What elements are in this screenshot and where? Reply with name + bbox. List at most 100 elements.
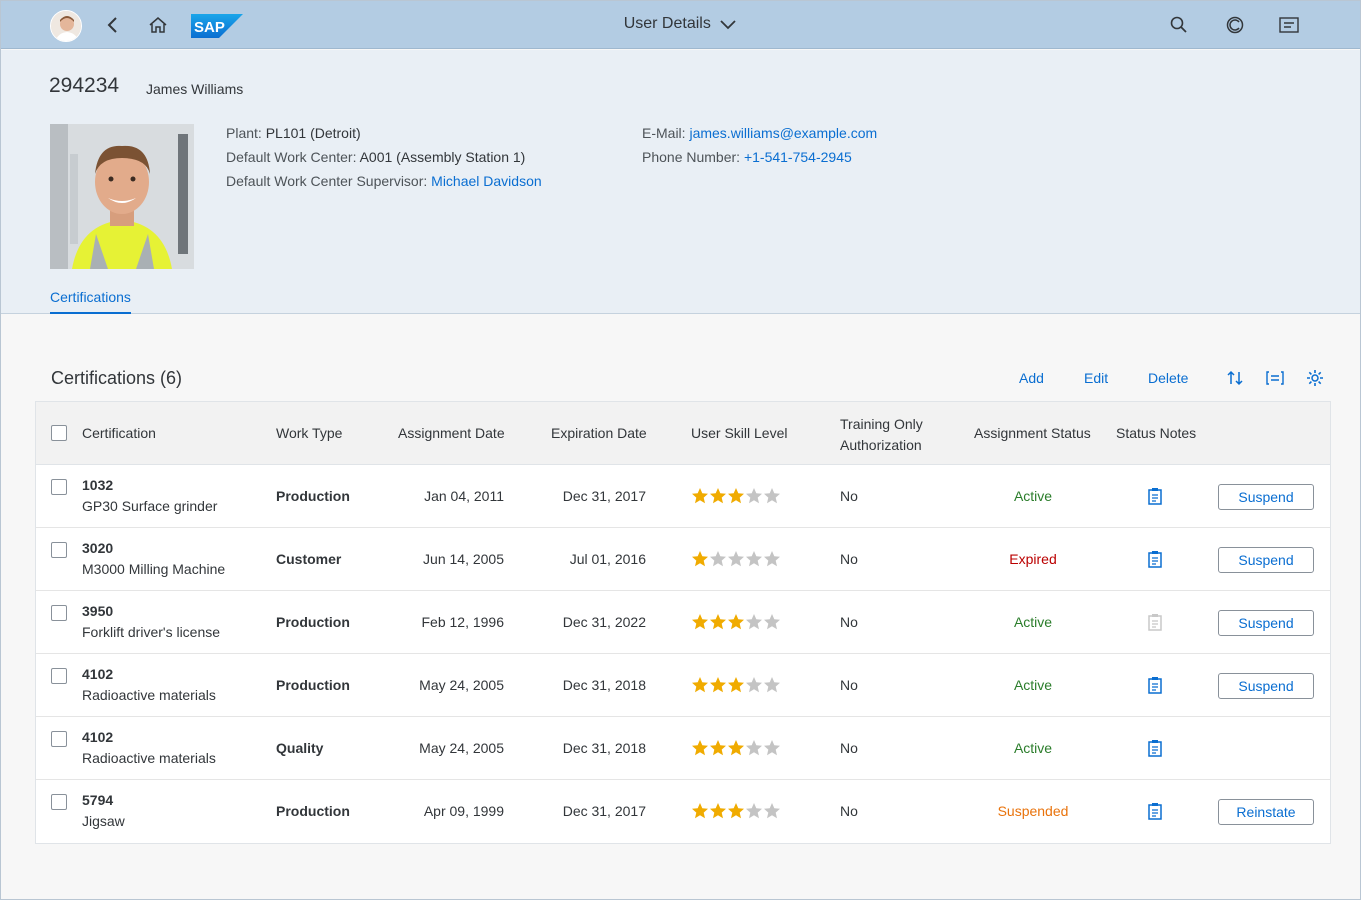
star-filled-icon <box>728 614 744 630</box>
assignment-date: May 24, 2005 <box>419 740 504 756</box>
row-checkbox[interactable] <box>51 794 67 810</box>
assignment-status: Active <box>1013 614 1053 630</box>
status-notes-icon[interactable] <box>1146 676 1164 694</box>
star-empty-icon <box>746 803 762 819</box>
star-empty-icon <box>764 677 780 693</box>
suspend-button[interactable]: Suspend <box>1218 673 1314 699</box>
row-checkbox[interactable] <box>51 542 67 558</box>
reinstate-button[interactable]: Reinstate <box>1218 799 1314 825</box>
certification-code: 4102 <box>82 666 114 682</box>
star-filled-icon <box>710 614 726 630</box>
certification-code: 5794 <box>82 792 114 808</box>
table-row[interactable]: 5794 Jigsaw Production Apr 09, 1999 Dec 31, … <box>36 780 1330 843</box>
supervisor-link[interactable]: Michael Davidson <box>431 173 542 189</box>
skill-rating[interactable] <box>691 739 781 757</box>
notifications-icon[interactable] <box>1277 13 1301 37</box>
plant-value: PL101 (Detroit) <box>265 125 361 141</box>
phone-attribute: Phone Number: +1-541-754-2945 <box>642 149 852 165</box>
table-body: 1032 GP30 Surface grinder Production Jan 04… <box>36 465 1330 843</box>
settings-gear-icon[interactable] <box>1305 368 1325 388</box>
object-header: 294234 James Williams Plant: PL101 (Detr… <box>1 50 1360 314</box>
table-row[interactable]: 4102 Radioactive materials Production May 2… <box>36 654 1330 717</box>
work-type: Production <box>276 614 350 630</box>
work-type: Production <box>276 488 350 504</box>
row-checkbox[interactable] <box>51 731 67 747</box>
certification-name: Forklift driver's license <box>82 624 221 640</box>
column-header-certification[interactable]: Certification <box>82 425 156 441</box>
star-filled-icon <box>728 677 744 693</box>
star-filled-icon <box>710 677 726 693</box>
shell-title: User Details <box>1 15 1360 33</box>
status-notes-icon[interactable] <box>1146 550 1164 568</box>
column-header-assignment-date[interactable]: Assignment Date <box>398 425 505 441</box>
training-only: No <box>840 803 858 819</box>
status-notes-icon[interactable] <box>1146 802 1164 820</box>
suspend-button[interactable]: Suspend <box>1218 610 1314 636</box>
star-filled-icon <box>710 803 726 819</box>
certification-name: Radioactive materials <box>82 750 216 766</box>
column-header-skill-level[interactable]: User Skill Level <box>691 425 787 441</box>
assignment-status: Suspended <box>997 803 1069 819</box>
select-all-checkbox[interactable] <box>51 425 67 441</box>
row-checkbox[interactable] <box>51 479 67 495</box>
table-title: Certifications (6) <box>51 368 183 388</box>
star-empty-icon <box>764 740 780 756</box>
star-filled-icon <box>692 740 708 756</box>
star-empty-icon <box>728 551 744 567</box>
skill-rating[interactable] <box>691 550 781 568</box>
star-empty-icon <box>746 551 762 567</box>
column-header-expiration-date[interactable]: Expiration Date <box>551 425 647 441</box>
table-row[interactable]: 3020 M3000 Milling Machine Customer Jun 14,… <box>36 528 1330 591</box>
assignment-date: Jun 14, 2005 <box>423 551 504 567</box>
certification-name: Radioactive materials <box>82 687 216 703</box>
work-center-attribute: Default Work Center: A001 (Assembly Stat… <box>226 149 525 165</box>
column-header-training-line2: Authorization <box>840 437 922 453</box>
certification-code: 4102 <box>82 729 114 745</box>
column-header-status-notes[interactable]: Status Notes <box>1116 425 1196 441</box>
email-link[interactable]: james.williams@example.com <box>689 125 877 141</box>
row-checkbox[interactable] <box>51 605 67 621</box>
add-button[interactable]: Add <box>1019 370 1044 386</box>
training-only: No <box>840 551 858 567</box>
shell-title-button[interactable]: User Details <box>624 15 738 32</box>
work-center-label: Default Work Center: <box>226 149 357 165</box>
assignment-date: May 24, 2005 <box>419 677 504 693</box>
phone-link[interactable]: +1-541-754-2945 <box>744 149 852 165</box>
skill-rating[interactable] <box>691 487 781 505</box>
star-filled-icon <box>728 803 744 819</box>
status-notes-icon[interactable] <box>1146 739 1164 757</box>
status-notes-icon[interactable] <box>1146 487 1164 505</box>
work-center-value: A001 (Assembly Station 1) <box>359 149 526 165</box>
skill-rating[interactable] <box>691 613 781 631</box>
tab-certifications[interactable]: Certifications <box>50 289 131 305</box>
expiration-date: Dec 31, 2018 <box>562 740 646 756</box>
expiration-date: Dec 31, 2017 <box>562 803 646 819</box>
certification-code: 1032 <box>82 477 114 493</box>
work-type: Quality <box>276 740 324 756</box>
copilot-icon[interactable] <box>1223 13 1247 37</box>
assignment-status: Active <box>1013 677 1053 693</box>
column-header-assignment-status[interactable]: Assignment Status <box>974 425 1091 441</box>
suspend-button[interactable]: Suspend <box>1218 547 1314 573</box>
edit-button[interactable]: Edit <box>1084 370 1108 386</box>
skill-rating[interactable] <box>691 802 781 820</box>
suspend-button[interactable]: Suspend <box>1218 484 1314 510</box>
user-id: 294234 <box>49 74 120 97</box>
row-checkbox[interactable] <box>51 668 67 684</box>
table-row[interactable]: 3950 Forklift driver's license Production F… <box>36 591 1330 654</box>
delete-button[interactable]: Delete <box>1148 370 1188 386</box>
column-header-work-type[interactable]: Work Type <box>276 425 342 441</box>
training-only: No <box>840 614 858 630</box>
group-icon[interactable] <box>1265 368 1285 388</box>
sort-icon[interactable] <box>1225 368 1245 388</box>
chevron-down-icon <box>720 20 736 30</box>
expiration-date: Dec 31, 2022 <box>562 614 646 630</box>
training-only: No <box>840 488 858 504</box>
table-row[interactable]: 1032 GP30 Surface grinder Production Jan 04… <box>36 465 1330 528</box>
search-icon[interactable] <box>1167 13 1191 37</box>
column-header-training-authorization[interactable]: Training Only Authorization <box>840 414 923 456</box>
star-filled-icon <box>728 740 744 756</box>
tab-selected-indicator <box>50 312 131 314</box>
skill-rating[interactable] <box>691 676 781 694</box>
table-row[interactable]: 4102 Radioactive materials Quality May 24, … <box>36 717 1330 780</box>
